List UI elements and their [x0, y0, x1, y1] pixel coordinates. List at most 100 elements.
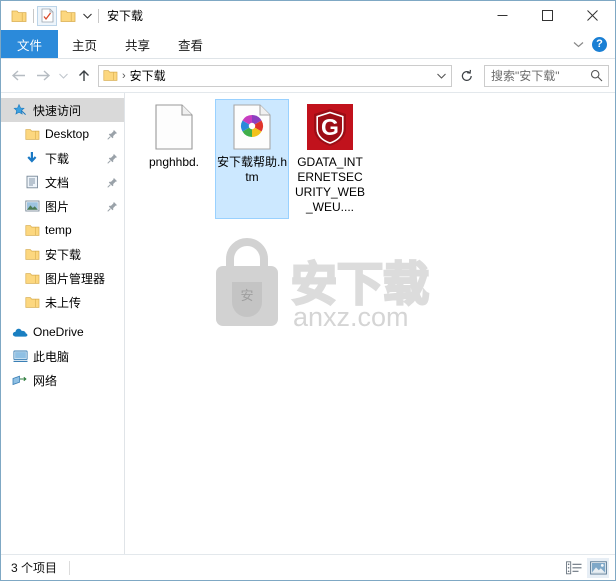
sidebar-item-this-pc[interactable]: 此电脑 — [1, 344, 124, 368]
search-input[interactable]: 搜索"安下载" — [484, 64, 609, 87]
sidebar-item-label: temp — [45, 223, 72, 237]
file-list-pane[interactable]: 安 安下载 anxz.com pnghhbd. 安下载帮助.htm G GDAT… — [125, 93, 615, 554]
ribbon-right-controls: ? — [573, 30, 615, 58]
tab-view[interactable]: 查看 — [164, 30, 217, 58]
svg-text:安下载: 安下载 — [291, 258, 429, 310]
sidebar-item-label: Desktop — [45, 127, 90, 141]
file-name: GDATA_INTERNETSECURITY_WEB_WEU.... — [295, 155, 366, 214]
refresh-button[interactable] — [456, 65, 478, 87]
ribbon-tab-bar: 文件 主页 共享 查看 ? — [1, 30, 615, 59]
sidebar-item-label: 图片 — [45, 199, 70, 214]
sidebar-item-label: 此电脑 — [33, 349, 70, 364]
sidebar-item-downloads[interactable]: 下载 — [1, 146, 124, 170]
file-explorer-window: 安下载 文件 主页 共享 查看 ? › 安下载 搜索"安下载" 快速访问 Des… — [0, 0, 616, 581]
pin-icon[interactable] — [107, 177, 118, 188]
sidebar-item-label: 网络 — [33, 373, 58, 388]
file-item[interactable]: 安下载帮助.htm — [215, 99, 289, 219]
sidebar-item-temp[interactable]: temp — [1, 218, 124, 242]
close-button[interactable] — [570, 1, 615, 30]
sidebar-item-label: 图片管理器 — [45, 271, 106, 286]
quick-access-toolbar — [8, 5, 102, 27]
address-dropdown-icon[interactable] — [431, 73, 451, 79]
sidebar-item-quick-access[interactable]: 快速访问 — [1, 98, 124, 122]
sidebar-item-label: 文档 — [45, 175, 70, 190]
breadcrumb-separator: › — [122, 69, 126, 82]
documents-icon — [23, 175, 41, 189]
title-bar: 安下载 — [1, 1, 615, 30]
file-name: 安下载帮助.htm — [217, 155, 288, 184]
toolbar-divider — [33, 8, 34, 23]
this-pc-icon — [11, 350, 29, 363]
view-mode-buttons — [563, 557, 609, 578]
window-title: 安下载 — [107, 9, 144, 23]
status-bar: 3 个项目 — [1, 554, 615, 580]
help-icon[interactable]: ? — [592, 36, 607, 52]
item-count-label: 3 个项目 — [11, 561, 58, 575]
explorer-body: 快速访问 Desktop 下载 文档 图片 temp 安下载 图片管理器 未上传… — [1, 92, 615, 554]
sidebar-item-label: 下载 — [45, 151, 70, 166]
folder-icon[interactable] — [8, 5, 30, 27]
folder-icon — [23, 248, 41, 261]
file-item[interactable]: G GDATA_INTERNETSECURITY_WEB_WEU.... — [293, 99, 367, 219]
new-folder-icon[interactable] — [57, 5, 79, 27]
breadcrumb-current[interactable]: 安下载 — [130, 67, 166, 84]
tab-home[interactable]: 主页 — [58, 30, 111, 58]
sidebar-item-label: 安下载 — [45, 247, 82, 262]
pin-icon[interactable] — [107, 153, 118, 164]
properties-icon[interactable] — [37, 5, 57, 26]
navigation-pane: 快速访问 Desktop 下载 文档 图片 temp 安下载 图片管理器 未上传… — [1, 93, 125, 554]
folder-icon — [23, 224, 41, 237]
search-placeholder: 搜索"安下载" — [491, 69, 560, 83]
folder-icon — [23, 272, 41, 285]
onedrive-cloud-icon — [11, 327, 29, 338]
up-button[interactable] — [72, 64, 96, 88]
pinwheel-html-icon — [228, 103, 276, 151]
sidebar-item-label: 未上传 — [45, 295, 82, 310]
folder-icon — [23, 296, 41, 309]
toolbar-divider-2 — [98, 8, 99, 23]
tab-file[interactable]: 文件 — [1, 30, 59, 58]
address-bar-row: › 安下载 搜索"安下载" — [1, 59, 615, 92]
details-view-icon[interactable] — [563, 558, 585, 578]
large-icons-view-icon[interactable] — [587, 557, 609, 578]
address-bar[interactable]: › 安下载 — [98, 64, 452, 87]
sidebar-item-anxiazai[interactable]: 安下载 — [1, 242, 124, 266]
status-divider — [69, 560, 71, 575]
folder-icon — [103, 69, 118, 82]
svg-text:安: 安 — [240, 288, 253, 303]
back-button[interactable] — [7, 64, 31, 88]
sidebar-item-picture-manager[interactable]: 图片管理器 — [1, 266, 124, 290]
recent-locations-button[interactable] — [55, 64, 72, 88]
svg-text:G: G — [321, 114, 339, 140]
sidebar-item-desktop[interactable]: Desktop — [1, 122, 124, 146]
tab-share[interactable]: 共享 — [111, 30, 164, 58]
pin-icon[interactable] — [107, 201, 118, 212]
sidebar-item-not-uploaded[interactable]: 未上传 — [1, 290, 124, 314]
sidebar-item-network[interactable]: 网络 — [1, 368, 124, 392]
download-arrow-icon — [23, 151, 41, 165]
file-item[interactable]: pnghhbd. — [137, 99, 211, 219]
star-pin-icon — [11, 103, 29, 117]
chevron-down-icon[interactable] — [79, 5, 95, 27]
pin-icon[interactable] — [107, 129, 118, 140]
pictures-icon — [23, 200, 41, 212]
window-controls — [480, 1, 615, 30]
sidebar-item-label: OneDrive — [33, 325, 84, 339]
svg-text:anxz.com: anxz.com — [293, 302, 409, 332]
folder-icon — [23, 128, 41, 141]
file-name: pnghhbd. — [148, 155, 200, 169]
sidebar-item-documents[interactable]: 文档 — [1, 170, 124, 194]
search-icon[interactable] — [590, 69, 603, 82]
maximize-button[interactable] — [525, 1, 570, 30]
sidebar-item-onedrive[interactable]: OneDrive — [1, 320, 124, 344]
forward-button[interactable] — [31, 64, 55, 88]
file-grid: pnghhbd. 安下载帮助.htm G GDATA_INTERNETSECUR… — [125, 93, 615, 219]
blank-document-icon — [150, 103, 198, 151]
chevron-down-icon[interactable] — [573, 37, 584, 51]
gdata-shield-icon: G — [306, 103, 354, 151]
sidebar-item-pictures[interactable]: 图片 — [1, 194, 124, 218]
watermark: 安 安下载 anxz.com — [203, 238, 438, 333]
minimize-button[interactable] — [480, 1, 525, 30]
network-icon — [11, 374, 29, 387]
sidebar-item-label: 快速访问 — [33, 103, 82, 118]
